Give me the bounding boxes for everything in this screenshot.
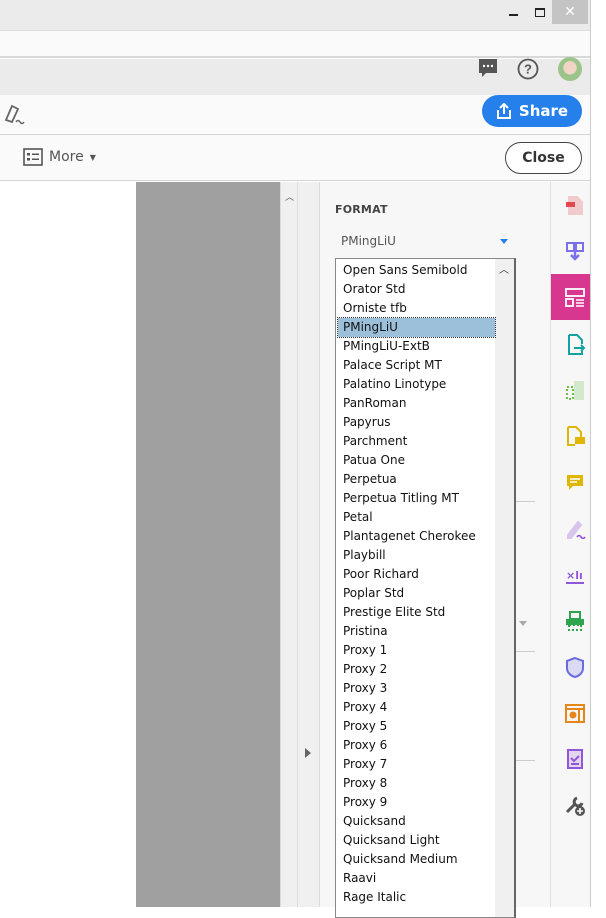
- font-option[interactable]: PMingLiU-ExtB: [338, 337, 495, 356]
- font-option[interactable]: Proxy 4: [338, 698, 495, 717]
- list-icon: [23, 148, 43, 166]
- font-option[interactable]: Poplar Std: [338, 584, 495, 603]
- menu-bar: [0, 31, 590, 58]
- font-option[interactable]: Raavi: [338, 869, 495, 888]
- edit-pdf-icon: [564, 288, 585, 308]
- font-option[interactable]: PMingLiU: [337, 317, 496, 338]
- font-option[interactable]: Proxy 2: [338, 660, 495, 679]
- font-option[interactable]: Patua One: [338, 451, 495, 470]
- font-option[interactable]: Proxy 5: [338, 717, 495, 736]
- font-option[interactable]: Orator Std: [338, 280, 495, 299]
- maximize-button[interactable]: [527, 0, 553, 24]
- font-option[interactable]: Parchment: [338, 432, 495, 451]
- scroll-up-icon[interactable]: ︿: [285, 190, 294, 203]
- font-option[interactable]: Pristina: [338, 622, 495, 641]
- export-pdf-icon: [567, 333, 585, 355]
- help-icon[interactable]: ?: [517, 58, 539, 80]
- font-option[interactable]: Papyrus: [338, 413, 495, 432]
- add-tools-icon: [565, 796, 585, 816]
- font-option[interactable]: Quicksand: [338, 812, 495, 831]
- font-dropdown-list[interactable]: ︿ Open Sans Semibold Orator Std Orniste tf…: [335, 258, 516, 918]
- font-option[interactable]: Perpetua Titling MT: [338, 489, 495, 508]
- minimize-button[interactable]: [500, 0, 526, 24]
- share-button[interactable]: Share: [482, 95, 582, 127]
- more-button[interactable]: More ▼: [23, 148, 96, 166]
- font-option[interactable]: Poor Richard: [338, 565, 495, 584]
- font-option[interactable]: Proxy 9: [338, 793, 495, 812]
- font-option[interactable]: Plantagenet Cherokee: [338, 527, 495, 546]
- comment-icon: [566, 475, 583, 491]
- fill-sign-icon: [566, 520, 586, 540]
- font-option[interactable]: Open Sans Semibold: [338, 261, 495, 280]
- font-option[interactable]: Proxy 1: [338, 641, 495, 660]
- svg-text:?: ?: [524, 62, 532, 77]
- panel-collapse-bar[interactable]: [297, 182, 320, 907]
- print-production-icon: [565, 610, 584, 631]
- chevron-down-icon[interactable]: [500, 239, 508, 244]
- prepare-form-icon: [566, 749, 583, 770]
- font-option[interactable]: Petal: [338, 508, 495, 527]
- send-for-signature-icon: ×lı: [565, 569, 584, 584]
- share-label: Share: [518, 102, 569, 120]
- font-option[interactable]: Rage Italic: [338, 888, 495, 907]
- action-wizard-icon: [564, 704, 585, 724]
- protect-icon: [565, 656, 584, 678]
- font-option[interactable]: Proxy 6: [338, 736, 495, 755]
- list-scrollbar[interactable]: ︿: [495, 259, 514, 917]
- svg-text:×lı: ×lı: [566, 569, 583, 582]
- document-page[interactable]: [0, 182, 136, 907]
- font-option[interactable]: Palace Script MT: [338, 356, 495, 375]
- combine-files-icon: [565, 242, 584, 261]
- font-option[interactable]: PanRoman: [338, 394, 495, 413]
- window-edge: [590, 0, 606, 907]
- organize-pages-icon: [565, 380, 584, 400]
- maximize-icon: [535, 7, 545, 17]
- close-button[interactable]: Close: [505, 142, 582, 174]
- share-icon: [496, 103, 511, 119]
- font-option[interactable]: Quicksand Medium: [338, 850, 495, 869]
- vertical-scrollbar[interactable]: ︿: [280, 182, 297, 907]
- font-option[interactable]: Proxy 3: [338, 679, 495, 698]
- close-window-button[interactable]: ✕: [552, 0, 588, 24]
- avatar[interactable]: [558, 57, 582, 81]
- sign-pen-icon[interactable]: [2, 100, 28, 126]
- expand-arrow-icon[interactable]: [305, 748, 311, 758]
- request-signatures-icon: [566, 426, 585, 446]
- format-heading: FORMAT: [335, 203, 388, 216]
- chevron-down-icon: ▼: [89, 152, 96, 162]
- create-pdf-icon: [565, 196, 583, 215]
- scroll-up-icon[interactable]: ︿: [499, 261, 509, 276]
- close-label: Close: [522, 150, 565, 166]
- font-option[interactable]: Perpetua: [338, 470, 495, 489]
- close-icon: ✕: [564, 4, 576, 20]
- font-select[interactable]: PMingLiU: [341, 234, 396, 248]
- dropdown-arrow-icon[interactable]: [519, 621, 527, 626]
- minimize-icon: [508, 14, 518, 16]
- font-option[interactable]: Proxy 7: [338, 755, 495, 774]
- font-option[interactable]: Prestige Elite Std: [338, 603, 495, 622]
- chat-icon[interactable]: [478, 58, 498, 80]
- font-option[interactable]: Quicksand Light: [338, 831, 495, 850]
- tools-sidebar: ×lı: [550, 182, 598, 907]
- font-option[interactable]: Palatino Linotype: [338, 375, 495, 394]
- document-canvas[interactable]: [136, 182, 280, 907]
- font-option[interactable]: Proxy 8: [338, 774, 495, 793]
- font-option[interactable]: Playbill: [338, 546, 495, 565]
- more-label: More: [49, 149, 84, 165]
- font-option[interactable]: Orniste tfb: [338, 299, 495, 318]
